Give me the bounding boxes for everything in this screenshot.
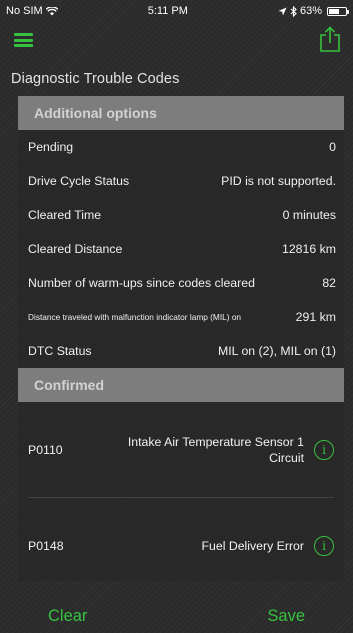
row-drive-cycle-status: Drive Cycle Status PID is not supported. [18,164,344,198]
row-distance-mil-on: Distance traveled with malfunction indic… [18,300,344,334]
row-value: PID is not supported. [221,174,336,188]
section-header-additional-options: Additional options [18,96,344,130]
battery-icon [327,6,349,16]
row-label: Pending [28,140,74,154]
row-cleared-time: Cleared Time 0 minutes [18,198,344,232]
row-label: Cleared Distance [28,242,123,256]
row-label: Cleared Time [28,208,102,222]
bluetooth-icon [290,5,297,17]
row-value: 12816 km [281,242,336,256]
nav-bar [0,22,353,62]
info-icon[interactable]: i [314,439,334,460]
battery-percent: 63% [299,5,322,17]
row-value: 82 [322,276,336,290]
share-icon[interactable] [319,26,341,52]
info-icon[interactable]: i [314,536,334,556]
page-title: Diagnostic Trouble Codes [11,71,180,87]
row-pending: Pending 0 [18,130,344,164]
clear-button[interactable]: Clear [48,607,87,626]
row-label: Number of warm-ups since codes cleared [28,276,255,290]
row-value: 291 km [295,310,336,324]
location-arrow-icon [278,7,287,15]
dtc-description: Fuel Delivery Error [201,539,305,553]
dtc-row-p0148[interactable]: P0148 Fuel Delivery Error i [18,498,344,594]
dtc-row-p0110[interactable]: P0110 Intake Air Temperature Sensor 1 Ci… [18,402,344,497]
status-bar: No SIM 5:11 PM 63% [0,0,353,22]
row-value: 0 [329,140,336,154]
dtc-code: P0110 [28,442,63,457]
row-value: MIL on (2), MIL on (1) [218,344,336,358]
save-button[interactable]: Save [267,607,305,626]
status-left: No SIM [6,5,58,17]
content-panel: Additional options Pending 0 Drive Cycle… [18,96,344,581]
row-label: Drive Cycle Status [28,174,130,188]
status-right: 63% [278,5,349,17]
row-label: Distance traveled with malfunction indic… [28,312,242,322]
dtc-description: Intake Air Temperature Sensor 1 Circuit [127,434,304,465]
row-warm-ups: Number of warm-ups since codes cleared 8… [18,266,344,300]
battery-fill [329,8,340,14]
clock-time: 5:11 PM [147,5,188,17]
row-dtc-status: DTC Status MIL on (2), MIL on (1) [18,334,344,368]
hamburger-menu-icon[interactable] [14,33,33,47]
bottom-bar: Clear Save [0,600,353,633]
row-label: DTC Status [28,344,92,358]
wifi-icon [45,6,58,15]
row-cleared-distance: Cleared Distance 12816 km [18,232,344,266]
row-value: 0 minutes [282,208,336,222]
carrier-label: No SIM [6,5,43,17]
dtc-code: P0148 [28,539,64,553]
section-header-confirmed: Confirmed [18,368,344,402]
